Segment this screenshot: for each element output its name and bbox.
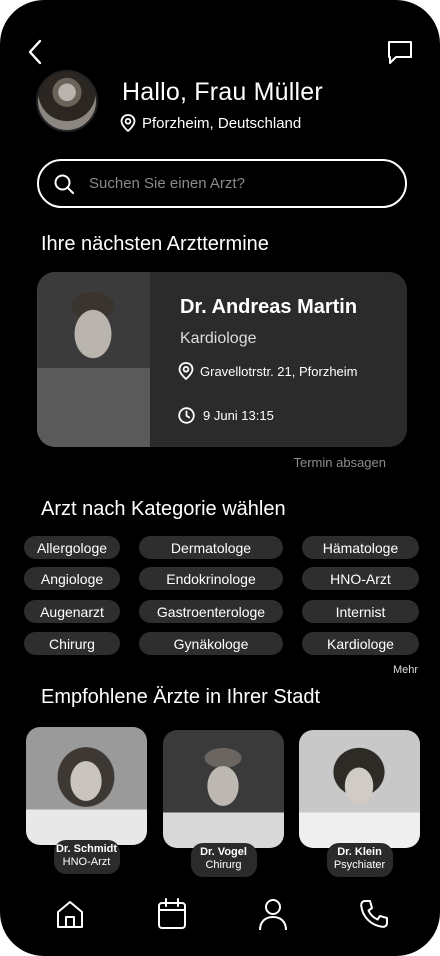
recommended-doctor-card[interactable]: Dr. Klein Psychiater (299, 730, 420, 877)
nav-calendar[interactable] (155, 896, 189, 932)
app-screen: Hallo, Frau Müller Pforzheim, Deutschlan… (0, 0, 440, 956)
doctor-photo (26, 727, 147, 845)
doctor-name: Dr. Schmidt (55, 843, 118, 855)
doctor-name: Dr. Klein (337, 846, 382, 858)
doctor-photo (37, 272, 150, 447)
cancel-appointment-link[interactable]: Termin absagen (294, 455, 387, 470)
calendar-icon (158, 898, 186, 929)
category-chip[interactable]: Augenarzt (24, 600, 120, 623)
messages-button[interactable] (386, 38, 414, 66)
more-categories-link[interactable]: Mehr (393, 664, 418, 676)
location-text: Pforzheim, Deutschland (142, 114, 302, 132)
category-chip[interactable]: Gynäkologe (139, 632, 283, 655)
top-bar (24, 36, 414, 68)
category-chip[interactable]: Allergologe (24, 536, 120, 559)
category-chip[interactable]: Angiologe (24, 567, 120, 590)
appointment-specialty: Kardiologe (180, 330, 257, 347)
category-chip[interactable]: Gastroenterologe (139, 600, 283, 623)
recommended-doctor-card[interactable]: Dr. Vogel Chirurg (163, 730, 284, 877)
category-chip[interactable]: HNO-Arzt (302, 567, 419, 590)
appointments-heading: Ihre nächsten Arzttermine (41, 233, 269, 255)
recommended-doctor-card[interactable]: Dr. Schmidt HNO-Arzt (26, 727, 147, 874)
greeting-text: Hallo, Frau Müller (122, 78, 323, 106)
location-pin-icon (120, 114, 136, 132)
nav-phone[interactable] (357, 896, 391, 932)
doctor-label: Dr. Klein Psychiater (326, 843, 393, 877)
nav-profile[interactable] (256, 896, 290, 932)
appointment-doctor-name: Dr. Andreas Martin (180, 296, 358, 318)
category-chip[interactable]: Hämatologe (302, 536, 419, 559)
appointment-time: 9 Juni 13:15 (178, 407, 274, 424)
doctor-photo (163, 730, 284, 848)
doctor-label: Dr. Schmidt HNO-Arzt (53, 840, 120, 874)
search-input[interactable] (89, 175, 379, 192)
doctor-name: Dr. Vogel (200, 846, 247, 858)
appointment-address: Gravellotrstr. 21, Pforzheim (178, 362, 358, 380)
clock-icon (178, 407, 195, 424)
search-bar[interactable] (37, 159, 407, 208)
home-icon (57, 901, 83, 928)
appointment-card[interactable]: Dr. Andreas Martin Kardiologe Gravellotr… (37, 272, 407, 447)
doctor-photo (299, 730, 420, 848)
categories-heading: Arzt nach Kategorie wählen (41, 498, 286, 520)
location-pin-icon (178, 362, 194, 380)
chat-icon (388, 41, 412, 64)
address-text: Gravellotrstr. 21, Pforzheim (200, 363, 358, 379)
category-chip[interactable]: Chirurg (24, 632, 120, 655)
datetime-text: 9 Juni 13:15 (203, 408, 274, 423)
back-button[interactable] (24, 36, 48, 68)
phone-icon (360, 900, 388, 928)
doctor-label: Dr. Vogel Chirurg (190, 843, 257, 877)
profile-header: Hallo, Frau Müller Pforzheim, Deutschlan… (36, 70, 420, 136)
doctor-specialty: HNO-Arzt (62, 856, 111, 868)
recommended-heading: Empfohlene Ärzte in Ihrer Stadt (41, 686, 321, 708)
category-chip[interactable]: Endokrinologe (139, 567, 283, 590)
search-icon (54, 174, 74, 194)
chevron-left-icon (28, 39, 42, 65)
doctor-specialty: Psychiater (333, 859, 386, 871)
category-chip[interactable]: Dermatologe (139, 536, 283, 559)
avatar[interactable] (36, 70, 98, 132)
doctor-specialty: Chirurg (205, 859, 242, 871)
nav-home[interactable] (53, 896, 87, 932)
category-chip[interactable]: Internist (302, 600, 419, 623)
bottom-nav (0, 896, 440, 940)
user-location: Pforzheim, Deutschland (120, 114, 301, 132)
category-chip[interactable]: Kardiologe (302, 632, 419, 655)
profile-icon (259, 899, 287, 931)
